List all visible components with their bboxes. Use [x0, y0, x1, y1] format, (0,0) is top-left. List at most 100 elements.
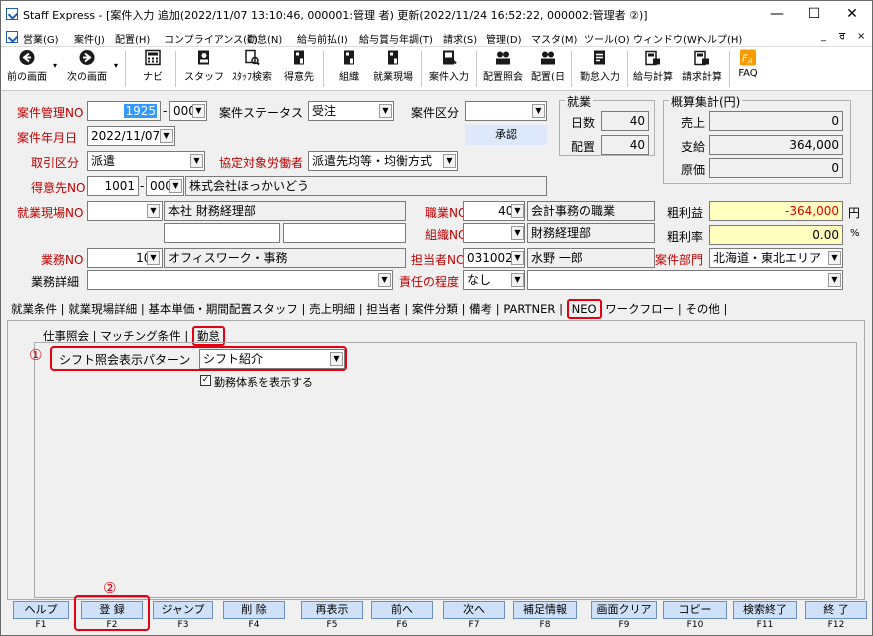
task-label: 業務NO: [41, 253, 84, 267]
toolbar-org[interactable]: 組織: [331, 49, 367, 83]
toolbar-placement-query[interactable]: 配置照会: [479, 49, 527, 83]
menu-window[interactable]: ウィンドウ(W): [633, 31, 701, 46]
f6-prev-button[interactable]: 前へ: [371, 601, 433, 619]
chevron-down-icon[interactable]: ▾: [114, 61, 118, 70]
approve-button[interactable]: 承認: [465, 125, 547, 145]
chevron-down-icon[interactable]: ▼: [511, 273, 524, 287]
tab-employment[interactable]: 就業条件: [11, 302, 57, 316]
tab-other[interactable]: その他: [685, 302, 720, 316]
mdi-restore[interactable]: ਰ: [839, 31, 845, 42]
menu-master[interactable]: マスタ(M): [531, 31, 577, 46]
f10-copy-button[interactable]: コピー: [663, 601, 727, 619]
chevron-down-icon[interactable]: ▼: [169, 179, 182, 193]
site-extra-field-1[interactable]: [164, 223, 280, 243]
display-shift-checkbox[interactable]: ✓: [200, 375, 211, 386]
f1-help-button[interactable]: ヘルプ: [13, 601, 69, 619]
menu-placement[interactable]: 配置(H): [115, 31, 150, 46]
chevron-down-icon[interactable]: ▼: [511, 204, 524, 218]
chevron-down-icon[interactable]: ▼: [443, 154, 456, 168]
subtab-job-query[interactable]: 仕事照会: [43, 329, 89, 343]
menu-compliance[interactable]: コンプライアンス(C): [164, 31, 258, 46]
toolbar-attendance[interactable]: 勤怠入力: [577, 49, 623, 83]
f5-refresh-button[interactable]: 再表示: [301, 601, 363, 619]
organization-icon: [344, 50, 354, 65]
chevron-down-icon[interactable]: ▼: [511, 251, 524, 265]
toolbar-billing[interactable]: 請求計算: [679, 49, 725, 83]
chevron-down-icon[interactable]: ▾: [53, 61, 57, 70]
subtab-matching[interactable]: マッチング条件: [100, 329, 181, 343]
chevron-down-icon[interactable]: ▼: [330, 352, 343, 366]
chevron-down-icon[interactable]: ▼: [828, 251, 841, 265]
shift-label: シフト照会表示パターン: [59, 353, 191, 367]
tab-unit-price[interactable]: 基本単価・期間配置スタッフ: [148, 302, 298, 316]
shift-select[interactable]: シフト紹介: [199, 349, 345, 369]
f9-clear-button[interactable]: 画面クリア: [591, 601, 657, 619]
f8-extra-info-button[interactable]: 補足情報: [513, 601, 577, 619]
agreement-select[interactable]: 派遣先均等・均衡方式: [308, 151, 458, 171]
mdi-minimize[interactable]: _: [821, 31, 826, 42]
close-button[interactable]: ✕: [842, 5, 862, 23]
toolbar-faq[interactable]: FA FAQ: [733, 49, 763, 79]
menu-help[interactable]: ヘルプ(H): [697, 31, 742, 46]
minimize-button[interactable]: —: [767, 5, 787, 23]
toolbar-back[interactable]: 前の画面: [5, 49, 49, 83]
tab-sales-detail[interactable]: 売上明細: [309, 302, 355, 316]
dash: -: [163, 104, 168, 118]
toolbar-navi[interactable]: ナビ: [135, 49, 171, 83]
f7-next-button[interactable]: 次へ: [443, 601, 505, 619]
chevron-down-icon[interactable]: ▼: [378, 273, 391, 287]
chevron-down-icon[interactable]: ▼: [379, 104, 392, 118]
menu-payroll[interactable]: 給与賞与年調(T): [359, 31, 433, 46]
f3-jump-button[interactable]: ジャンプ: [153, 601, 213, 619]
tab-case-class[interactable]: 案件分類: [412, 302, 458, 316]
f12-exit-button[interactable]: 終 了: [805, 601, 867, 619]
chevron-down-icon[interactable]: ▼: [160, 129, 173, 143]
toolbar-forward[interactable]: 次の画面: [63, 49, 111, 83]
faq-icon: FA: [740, 49, 756, 66]
menu-tools[interactable]: ツール(O): [584, 31, 630, 46]
f2-register-button[interactable]: 登 録: [81, 601, 143, 619]
rep-label: 担当者NO: [411, 253, 466, 267]
toolbar-staff-search[interactable]: ｽﾀｯﾌ検索: [227, 49, 277, 83]
menu-advance-pay[interactable]: 給与前払(I): [297, 31, 348, 46]
detail-select[interactable]: [87, 270, 393, 290]
toolbar-staff[interactable]: スタッフ: [183, 49, 225, 83]
menu-attendance[interactable]: 勤怠(N): [247, 31, 282, 46]
chevron-down-icon[interactable]: ▼: [147, 251, 160, 265]
chevron-down-icon[interactable]: ▼: [511, 226, 524, 240]
menu-case[interactable]: 案件(J): [74, 31, 105, 46]
dept-select[interactable]: 北海道・東北エリア: [709, 248, 843, 268]
f4-delete-button[interactable]: 削 除: [223, 601, 285, 619]
toolbar-case-entry[interactable]: 案件入力: [425, 49, 473, 83]
toolbar-site[interactable]: 就業現場: [369, 49, 417, 83]
menu-admin[interactable]: 管理(D): [486, 31, 522, 46]
case-no-field[interactable]: 1925: [87, 101, 161, 121]
tab-neo[interactable]: NEO: [566, 299, 602, 319]
chevron-down-icon[interactable]: ▼: [190, 154, 203, 168]
resp-detail-select[interactable]: [527, 270, 843, 290]
chevron-down-icon[interactable]: ▼: [532, 104, 545, 118]
tab-workflow[interactable]: ワークフロー: [605, 302, 674, 316]
menu-billing[interactable]: 請求(S): [443, 31, 477, 46]
employment-title: 就業: [565, 93, 594, 110]
client-name-field: 株式会社ほっかいどう: [185, 176, 547, 196]
tab-notes[interactable]: 備考: [469, 302, 492, 316]
chevron-down-icon[interactable]: ▼: [828, 273, 841, 287]
chevron-down-icon[interactable]: ▼: [147, 204, 160, 218]
tab-partner[interactable]: PARTNER: [503, 302, 555, 316]
tab-site-detail[interactable]: 就業現場詳細: [68, 302, 137, 316]
toolbar-client[interactable]: 得意先: [279, 49, 319, 83]
toolbar-placement-day[interactable]: 配置(日: [529, 49, 567, 83]
menu-sales[interactable]: 営業(G): [23, 31, 59, 46]
toolbar-separator: [175, 51, 176, 87]
tab-rep[interactable]: 担当者: [366, 302, 401, 316]
trade-select[interactable]: 派遣: [87, 151, 205, 171]
chevron-down-icon[interactable]: ▼: [192, 104, 205, 118]
mdi-close[interactable]: ×: [857, 31, 865, 42]
toolbar-payroll[interactable]: 給与計算: [629, 49, 677, 83]
site-extra-field-2[interactable]: [283, 223, 406, 243]
toolbar-separator: [421, 51, 422, 87]
maximize-button[interactable]: ☐: [804, 5, 824, 23]
f11-search-end-button[interactable]: 検索終了: [733, 601, 797, 619]
client-no-field[interactable]: 1001: [87, 176, 139, 196]
